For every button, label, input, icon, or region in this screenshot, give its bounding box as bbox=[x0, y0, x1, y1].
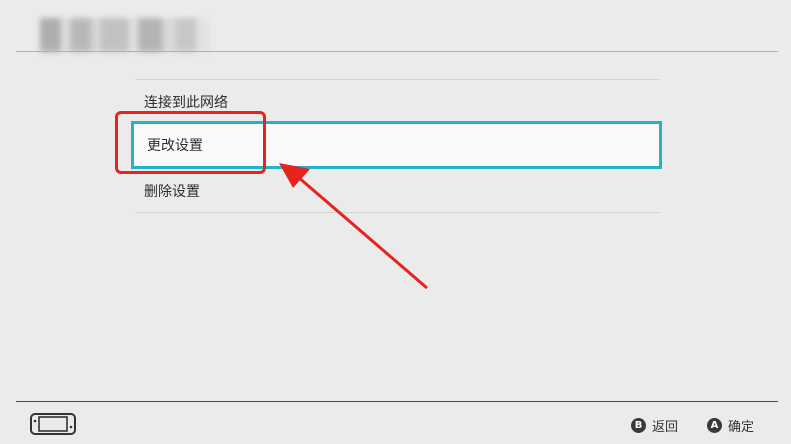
confirm-hint[interactable]: A 确定 bbox=[707, 416, 755, 435]
header-divider bbox=[16, 51, 778, 52]
b-button-icon: B bbox=[631, 417, 646, 433]
footer-divider bbox=[16, 401, 778, 402]
back-hint[interactable]: B 返回 bbox=[631, 416, 679, 435]
handheld-console-icon bbox=[30, 413, 76, 435]
menu-item-label: 连接到此网络 bbox=[144, 95, 228, 111]
menu-divider bbox=[135, 212, 660, 213]
annotation-arrow bbox=[279, 163, 428, 290]
confirm-label: 确定 bbox=[728, 419, 755, 435]
a-button-icon: A bbox=[707, 417, 722, 433]
page-title-redacted bbox=[40, 18, 210, 52]
menu-item-label: 删除设置 bbox=[144, 184, 200, 200]
annotation-highlight-box bbox=[115, 111, 266, 174]
back-label: 返回 bbox=[652, 419, 679, 435]
delete-settings-option[interactable]: 删除设置 bbox=[135, 169, 660, 213]
